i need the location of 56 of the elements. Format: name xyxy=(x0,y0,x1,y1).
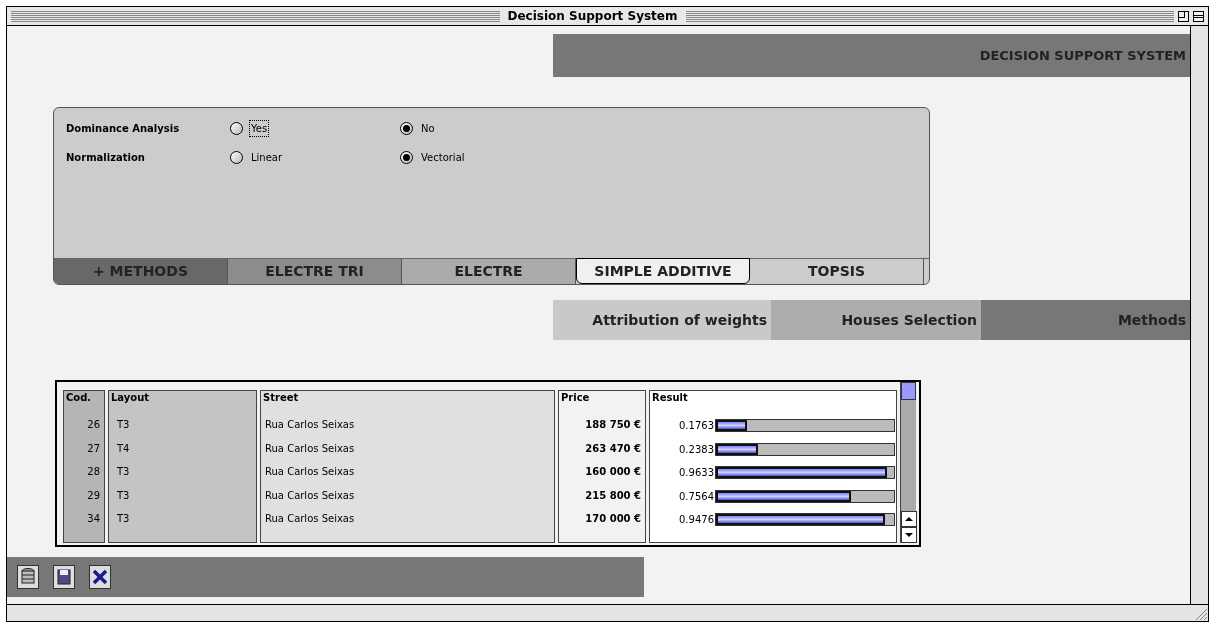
option-label: Normalization xyxy=(66,151,146,165)
table-cell-text: T4 xyxy=(116,441,131,456)
table-cell-text: 170 000 € xyxy=(584,512,642,526)
table-cell-text: T3 xyxy=(116,418,131,432)
table-cell-text: 215 800 € xyxy=(584,488,642,503)
table-cell-text: Rua Carlos Seixas xyxy=(264,418,356,432)
database-icon[interactable] xyxy=(17,565,39,589)
close-icon[interactable] xyxy=(89,565,111,589)
column-header: Street xyxy=(262,391,300,405)
scroll-up-icon[interactable] xyxy=(901,511,917,527)
collapse-box-icon[interactable] xyxy=(1193,10,1204,22)
column-header: Price xyxy=(560,391,591,405)
column-header: Layout xyxy=(110,391,151,405)
header-title: DECISION SUPPORT SYSTEM xyxy=(979,46,1186,65)
table-cell-text: 0.7564 xyxy=(678,489,714,504)
radio-label[interactable]: Vectorial xyxy=(419,149,467,166)
column-header: Cod. xyxy=(65,391,93,405)
table-cell-text: 29 xyxy=(86,488,101,503)
window-title: Decision Support System xyxy=(506,8,679,25)
table-cell-text: Rua Carlos Seixas xyxy=(264,512,356,526)
table-cell-text: T3 xyxy=(116,488,131,503)
option-label: Dominance Analysis xyxy=(66,122,181,136)
table-cell-text: Rua Carlos Seixas xyxy=(264,488,356,503)
table-cell-text: 0.9633 xyxy=(678,466,714,481)
radio-button[interactable] xyxy=(400,122,413,135)
radio-button[interactable] xyxy=(230,151,243,164)
table-cell-text: 26 xyxy=(86,418,101,432)
table-cell-text: T3 xyxy=(116,512,131,526)
table-cell-text: Rua Carlos Seixas xyxy=(264,441,356,456)
column-header: Result xyxy=(651,391,689,405)
scroll-down-icon[interactable] xyxy=(901,527,917,543)
table-cell-text: 28 xyxy=(86,465,101,479)
method-tab[interactable]: ELECTRE xyxy=(402,259,576,284)
zoom-box-icon[interactable] xyxy=(1178,10,1189,22)
radio-label[interactable]: Linear xyxy=(249,149,285,166)
nav-tab[interactable]: Methods xyxy=(981,300,1190,340)
method-tab[interactable]: ELECTRE TRI xyxy=(228,259,402,284)
table-cell-text: Rua Carlos Seixas xyxy=(264,465,356,479)
scroll-thumb[interactable] xyxy=(901,382,916,400)
radio-button[interactable] xyxy=(230,122,243,135)
table-cell-text: 160 000 € xyxy=(584,465,642,479)
table-cell-text: 27 xyxy=(86,441,101,456)
table-cell-text: 188 750 € xyxy=(584,418,642,432)
radio-button[interactable] xyxy=(400,151,413,164)
nav-tab[interactable]: Attribution of weights xyxy=(553,300,771,340)
table-cell-text: 0.1763 xyxy=(678,419,714,434)
table-cell-text: 263 470 € xyxy=(584,441,642,456)
nav-tab[interactable]: Houses Selection xyxy=(771,300,981,340)
table-cell-text: T3 xyxy=(116,465,131,479)
scroll-bar[interactable] xyxy=(900,382,916,543)
radio-label[interactable]: No xyxy=(419,120,437,137)
radio-label[interactable]: Yes xyxy=(249,120,270,137)
method-tab[interactable]: SIMPLE ADDITIVE xyxy=(576,258,750,284)
table-cell-text: 34 xyxy=(86,512,101,526)
table-cell-text: 0.2383 xyxy=(678,442,714,457)
table-cell-text: 0.9476 xyxy=(678,513,714,528)
